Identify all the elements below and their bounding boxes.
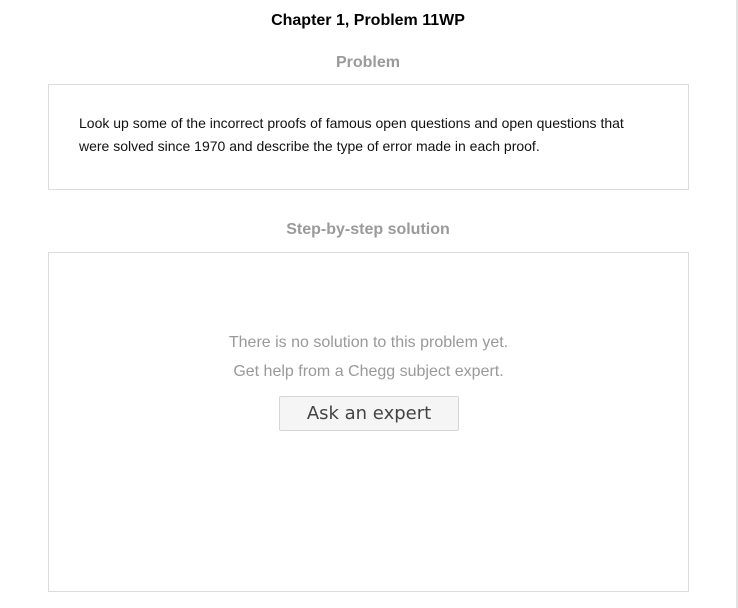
solution-heading: Step-by-step solution <box>286 221 450 238</box>
solution-card: There is no solution to this problem yet… <box>48 252 689 592</box>
page: Chapter 1, Problem 11WP Problem Look up … <box>0 0 738 608</box>
no-solution-message: There is no solution to this problem yet… <box>49 328 688 386</box>
problem-text: Look up some of the incorrect proofs of … <box>79 115 624 154</box>
chapter-title: Chapter 1, Problem 11WP <box>271 12 465 29</box>
ask-an-expert-button[interactable]: Ask an expert <box>279 396 459 431</box>
expert-help-line: Get help from a Chegg subject expert. <box>233 363 504 380</box>
no-solution-line: There is no solution to this problem yet… <box>228 334 509 351</box>
problem-card: Look up some of the incorrect proofs of … <box>48 84 689 190</box>
problem-heading: Problem <box>335 54 400 71</box>
